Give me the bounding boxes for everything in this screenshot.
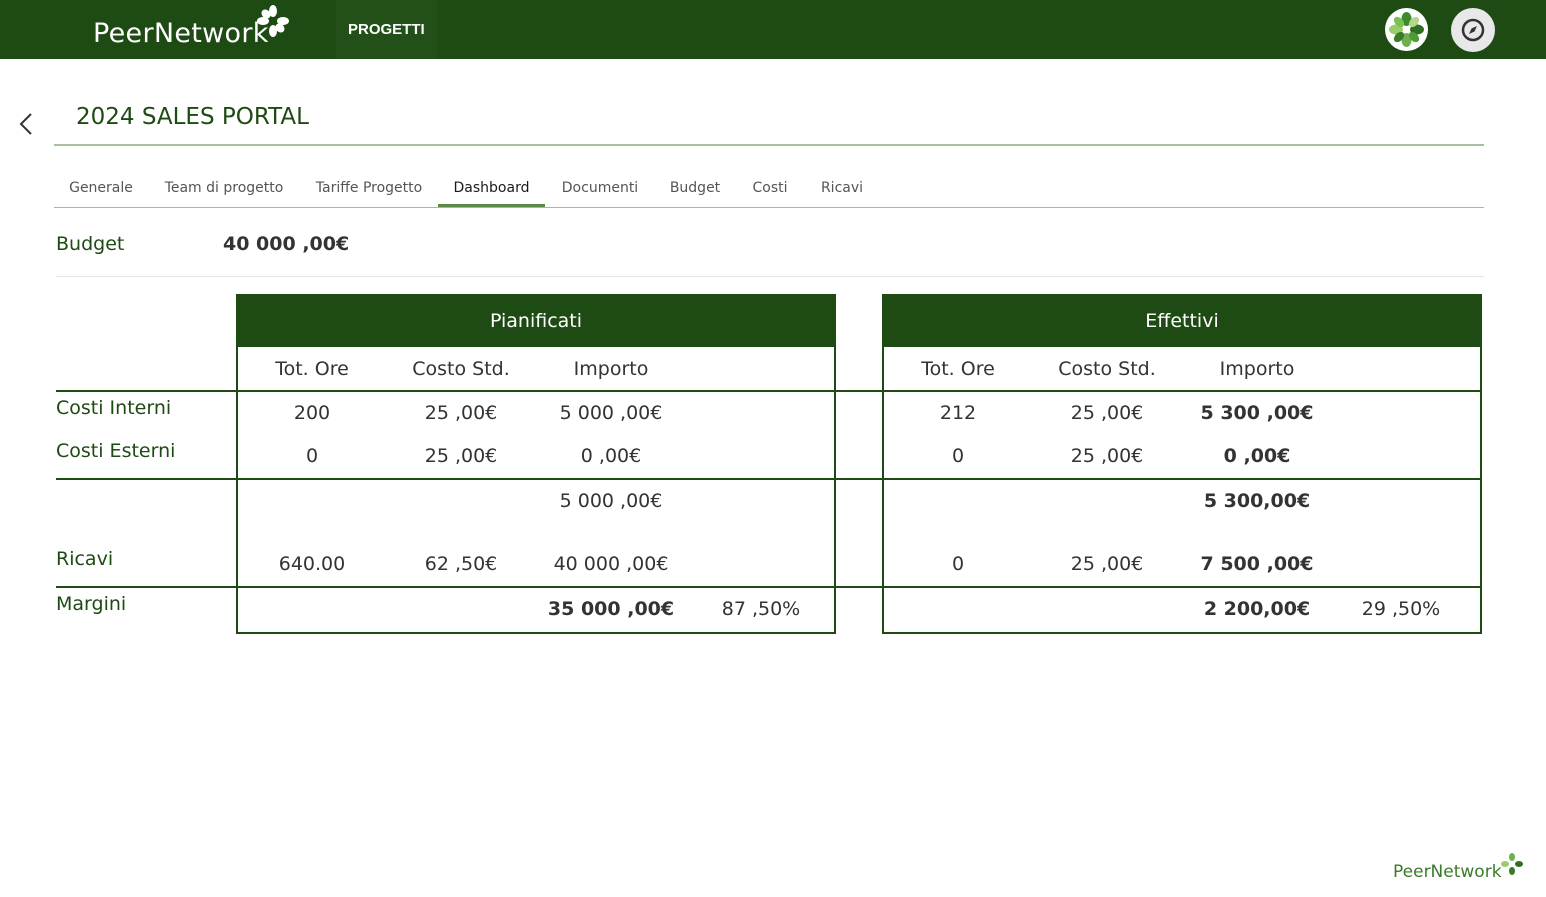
nav-progetti[interactable]: PROGETTI — [336, 0, 437, 59]
pianificati-costi-esterni-ore: 0 — [305, 445, 319, 467]
panel-title-effettivi: Effettivi — [884, 296, 1480, 347]
tab-bar: Generale Team di progetto Tariffe Proget… — [54, 170, 1484, 208]
back-button[interactable] — [14, 110, 40, 138]
pianificati-costi-esterni-costo: 25 ,00€ — [424, 445, 498, 467]
brand-logo[interactable]: PeerNetwork — [93, 18, 269, 49]
avatar[interactable] — [1385, 8, 1428, 51]
tab-tariffe-progetto[interactable]: Tariffe Progetto — [304, 170, 434, 206]
effettivi-margini-importo: 2 200,00€ — [1203, 598, 1311, 620]
chevron-left-icon — [19, 113, 32, 135]
col-head-tot-ore: Tot. Ore — [275, 358, 349, 380]
tab-documenti[interactable]: Documenti — [554, 170, 646, 206]
pianificati-costi-interni-ore: 200 — [293, 402, 331, 424]
tab-costi[interactable]: Costi — [744, 170, 796, 206]
row-label-costi-esterni: Costi Esterni — [56, 440, 176, 462]
pianificati-ricavi-costo: 62 ,50€ — [424, 553, 498, 575]
flower-avatar-icon — [1389, 12, 1424, 47]
col-head-costo-std: Costo Std. — [1058, 358, 1156, 380]
col-head-importo: Importo — [1219, 358, 1295, 380]
flower-logo-icon — [1501, 853, 1523, 875]
col-head-costo-std: Costo Std. — [412, 358, 510, 380]
pianificati-costi-interni-costo: 25 ,00€ — [424, 402, 498, 424]
effettivi-ricavi-ore: 0 — [951, 553, 965, 575]
tab-team-di-progetto[interactable]: Team di progetto — [154, 170, 294, 206]
row-label-costi-interni: Costi Interni — [56, 397, 172, 419]
tab-generale[interactable]: Generale — [54, 170, 148, 206]
pianificati-costi-interni-importo: 5 000 ,00€ — [559, 402, 663, 424]
compass-button[interactable] — [1451, 8, 1495, 52]
row-label-margini: Margini — [56, 593, 127, 615]
budget-label: Budget — [56, 233, 125, 255]
effettivi-costi-interni-ore: 212 — [939, 402, 977, 424]
effettivi-costi-interni-costo: 25 ,00€ — [1070, 402, 1144, 424]
budget-value: 40 000 ,00€ — [223, 233, 350, 255]
top-bar: PeerNetwork PROGETTI — [0, 0, 1546, 59]
pianificati-ricavi-ore: 640.00 — [278, 553, 346, 575]
panel-title-pianificati: Pianificati — [238, 296, 834, 347]
effettivi-ricavi-importo: 7 500 ,00€ — [1200, 553, 1314, 575]
effettivi-margini-percent: 29 ,50% — [1361, 598, 1441, 620]
tab-ricavi[interactable]: Ricavi — [812, 170, 872, 206]
pianificati-costi-esterni-importo: 0 ,00€ — [580, 445, 642, 467]
tab-dashboard[interactable]: Dashboard — [438, 170, 545, 207]
pianificati-margini-percent: 87 ,50% — [721, 598, 801, 620]
pianificati-margini-importo: 35 000 ,00€ — [547, 598, 675, 620]
effettivi-costi-interni-importo: 5 300 ,00€ — [1200, 402, 1314, 424]
effettivi-costi-esterni-ore: 0 — [951, 445, 965, 467]
divider — [54, 144, 1484, 146]
col-head-tot-ore: Tot. Ore — [921, 358, 995, 380]
divider — [56, 276, 1484, 277]
pianificati-totale-costi: 5 000 ,00€ — [559, 490, 663, 512]
col-head-importo: Importo — [573, 358, 649, 380]
row-label-ricavi: Ricavi — [56, 548, 114, 570]
pianificati-ricavi-importo: 40 000 ,00€ — [553, 553, 669, 575]
effettivi-totale-costi: 5 300,00€ — [1203, 490, 1311, 512]
compass-icon — [1461, 18, 1485, 42]
effettivi-costi-esterni-costo: 25 ,00€ — [1070, 445, 1144, 467]
flower-logo-icon — [257, 5, 289, 37]
effettivi-ricavi-costo: 25 ,00€ — [1070, 553, 1144, 575]
effettivi-costi-esterni-importo: 0 ,00€ — [1223, 445, 1291, 467]
page-title: 2024 SALES PORTAL — [76, 104, 309, 130]
tab-budget[interactable]: Budget — [662, 170, 728, 206]
footer-brand-logo: PeerNetwork — [1393, 862, 1502, 882]
